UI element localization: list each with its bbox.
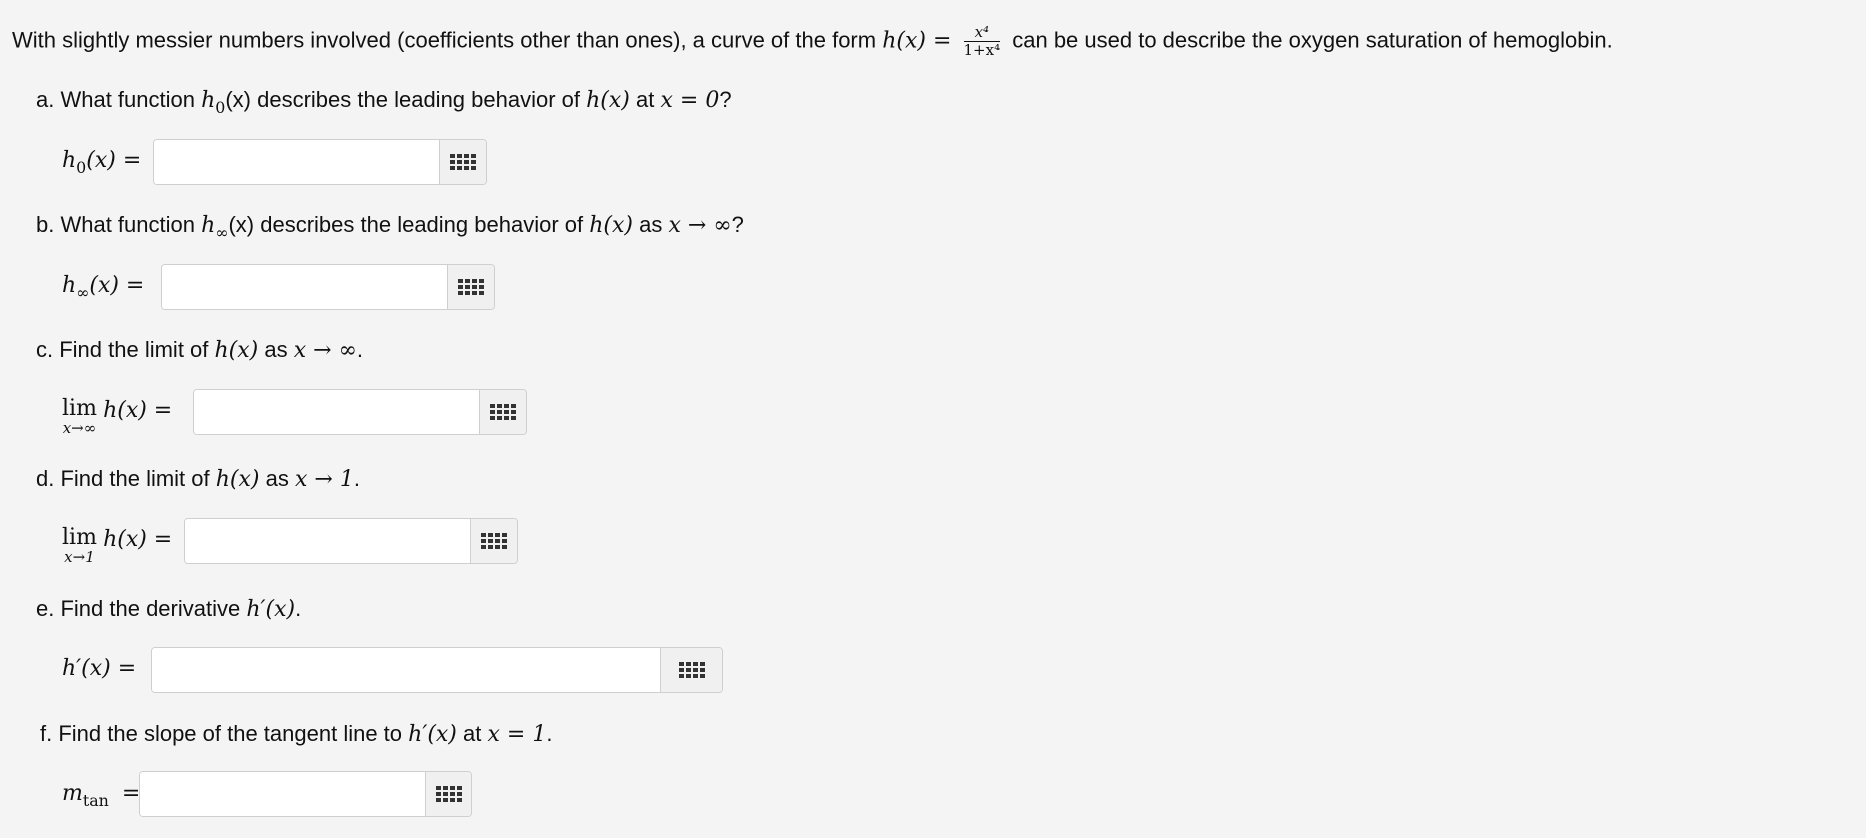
lim-under: x→∞ — [62, 419, 97, 437]
question-d-text: d. Find the limit of — [36, 466, 210, 491]
label-rest: = — [121, 781, 141, 806]
question-c-tail-text: as — [264, 337, 288, 362]
label-rest: h(x) = — [103, 398, 173, 423]
question-f-end: . — [546, 721, 553, 746]
answer-f-input[interactable] — [140, 772, 425, 816]
limit-operator: lim x→1 — [62, 525, 97, 566]
answer-c-field — [193, 389, 527, 435]
label-rest: h(x) = — [103, 527, 173, 552]
question-b-text: b. What function — [36, 212, 195, 237]
answer-e-keypad-button[interactable] — [660, 648, 722, 692]
question-c-h: h(x) — [214, 338, 259, 363]
question-b-tail-text: as — [639, 212, 663, 237]
question-b-func: h∞ — [201, 213, 228, 242]
label-subscript: 0 — [76, 157, 87, 177]
lim-text: lim — [62, 525, 97, 550]
question-b-end: ? — [731, 212, 744, 237]
lim-under: x→1 — [64, 548, 95, 566]
question-f-tail-text: at — [463, 721, 482, 746]
question-d-tail-text: as — [265, 466, 289, 491]
keypad-grid-icon — [481, 533, 507, 549]
limit-operator: lim x→∞ — [62, 396, 97, 437]
answer-c-label: lim x→∞ h(x) = — [62, 396, 173, 437]
question-b: b. What function h∞(x) describes the lea… — [36, 212, 744, 242]
answer-d-field — [184, 518, 518, 564]
answer-a-field — [153, 139, 487, 185]
answer-d-keypad-button[interactable] — [470, 519, 517, 563]
keypad-grid-icon — [458, 279, 484, 295]
label-letter: m — [62, 781, 83, 806]
answer-e-label: h′(x) = — [62, 656, 136, 681]
question-e-text: e. Find the derivative — [36, 596, 241, 621]
intro-fraction: x⁴ 1+x⁴ — [963, 24, 1001, 59]
fraction-denominator: 1+x⁴ — [963, 41, 1001, 59]
question-a-mid: (x) describes the leading behavior of — [225, 87, 581, 112]
answer-b-input[interactable] — [162, 265, 447, 309]
label-letter: h — [62, 148, 77, 173]
lim-text: lim — [62, 396, 97, 421]
question-a-end: ? — [719, 87, 732, 112]
question-b-tail-math: x → ∞ — [668, 213, 732, 238]
question-a-tail-math: x = 0 — [660, 88, 720, 113]
question-a: a. What function h0(x) describes the lea… — [36, 87, 732, 117]
answer-a-label: h0(x) = — [62, 148, 142, 177]
answer-e-field — [151, 647, 723, 693]
label-subscript: ∞ — [76, 282, 90, 302]
answer-f-keypad-button[interactable] — [425, 772, 471, 816]
question-d: d. Find the limit of h(x) as x → 1. — [36, 466, 360, 492]
fraction-numerator: x⁴ — [963, 24, 1001, 42]
answer-d-input[interactable] — [185, 519, 470, 563]
keypad-grid-icon — [435, 786, 462, 802]
func-letter: h — [201, 213, 216, 238]
question-c-end: . — [356, 337, 364, 362]
question-f-h: h′(x) — [408, 722, 457, 747]
label-rest: (x) = — [86, 148, 142, 173]
intro-function-lhs: h(x) = — [882, 28, 952, 54]
question-d-tail-math: x → 1 — [295, 467, 354, 492]
question-e-end: . — [295, 596, 302, 621]
label-subscript: tan — [82, 790, 109, 810]
answer-a-keypad-button[interactable] — [439, 140, 486, 184]
func-subscript: 0 — [215, 97, 226, 117]
question-f: f. Find the slope of the tangent line to… — [40, 721, 552, 747]
question-c-text: c. Find the limit of — [36, 337, 209, 362]
question-c-tail-math: x → ∞ — [293, 338, 357, 363]
question-a-tail-text: at — [636, 87, 655, 112]
question-a-h: h(x) — [586, 88, 630, 113]
question-a-text: a. What function — [36, 87, 195, 112]
answer-a-input[interactable] — [154, 140, 439, 184]
intro-text-after: can be used to describe the oxygen satur… — [1012, 27, 1613, 53]
question-a-func: h0 — [201, 88, 225, 117]
answer-d-label: lim x→1 h(x) = — [62, 525, 173, 566]
answer-c-keypad-button[interactable] — [479, 390, 526, 434]
question-e: e. Find the derivative h′(x). — [36, 596, 301, 622]
func-subscript: ∞ — [215, 222, 229, 242]
answer-f-field — [139, 771, 472, 817]
func-letter: h — [201, 88, 216, 113]
question-d-end: . — [353, 466, 360, 491]
question-d-h: h(x) — [215, 467, 260, 492]
answer-b-label: h∞(x) = — [62, 273, 145, 302]
label-rest: (x) = — [89, 273, 145, 298]
keypad-grid-icon — [678, 662, 705, 678]
question-f-text: f. Find the slope of the tangent line to — [40, 721, 403, 746]
question-e-h: h′(x) — [246, 597, 296, 622]
keypad-grid-icon — [490, 404, 516, 420]
answer-f-label: mtan = — [62, 781, 141, 810]
label-lhs: h′(x) = — [62, 656, 137, 681]
label-letter: h — [62, 273, 77, 298]
question-b-mid: (x) describes the leading behavior of — [228, 212, 584, 237]
answer-b-field — [161, 264, 495, 310]
intro-text-before: With slightly messier numbers involved (… — [12, 27, 877, 53]
answer-b-keypad-button[interactable] — [447, 265, 494, 309]
keypad-grid-icon — [450, 154, 476, 170]
problem-intro: With slightly messier numbers involved (… — [12, 24, 1613, 59]
question-c: c. Find the limit of h(x) as x → ∞. — [36, 337, 363, 363]
answer-c-input[interactable] — [194, 390, 479, 434]
answer-e-input[interactable] — [152, 648, 660, 692]
question-b-h: h(x) — [589, 213, 633, 238]
question-f-tail-math: x = 1 — [487, 722, 547, 747]
